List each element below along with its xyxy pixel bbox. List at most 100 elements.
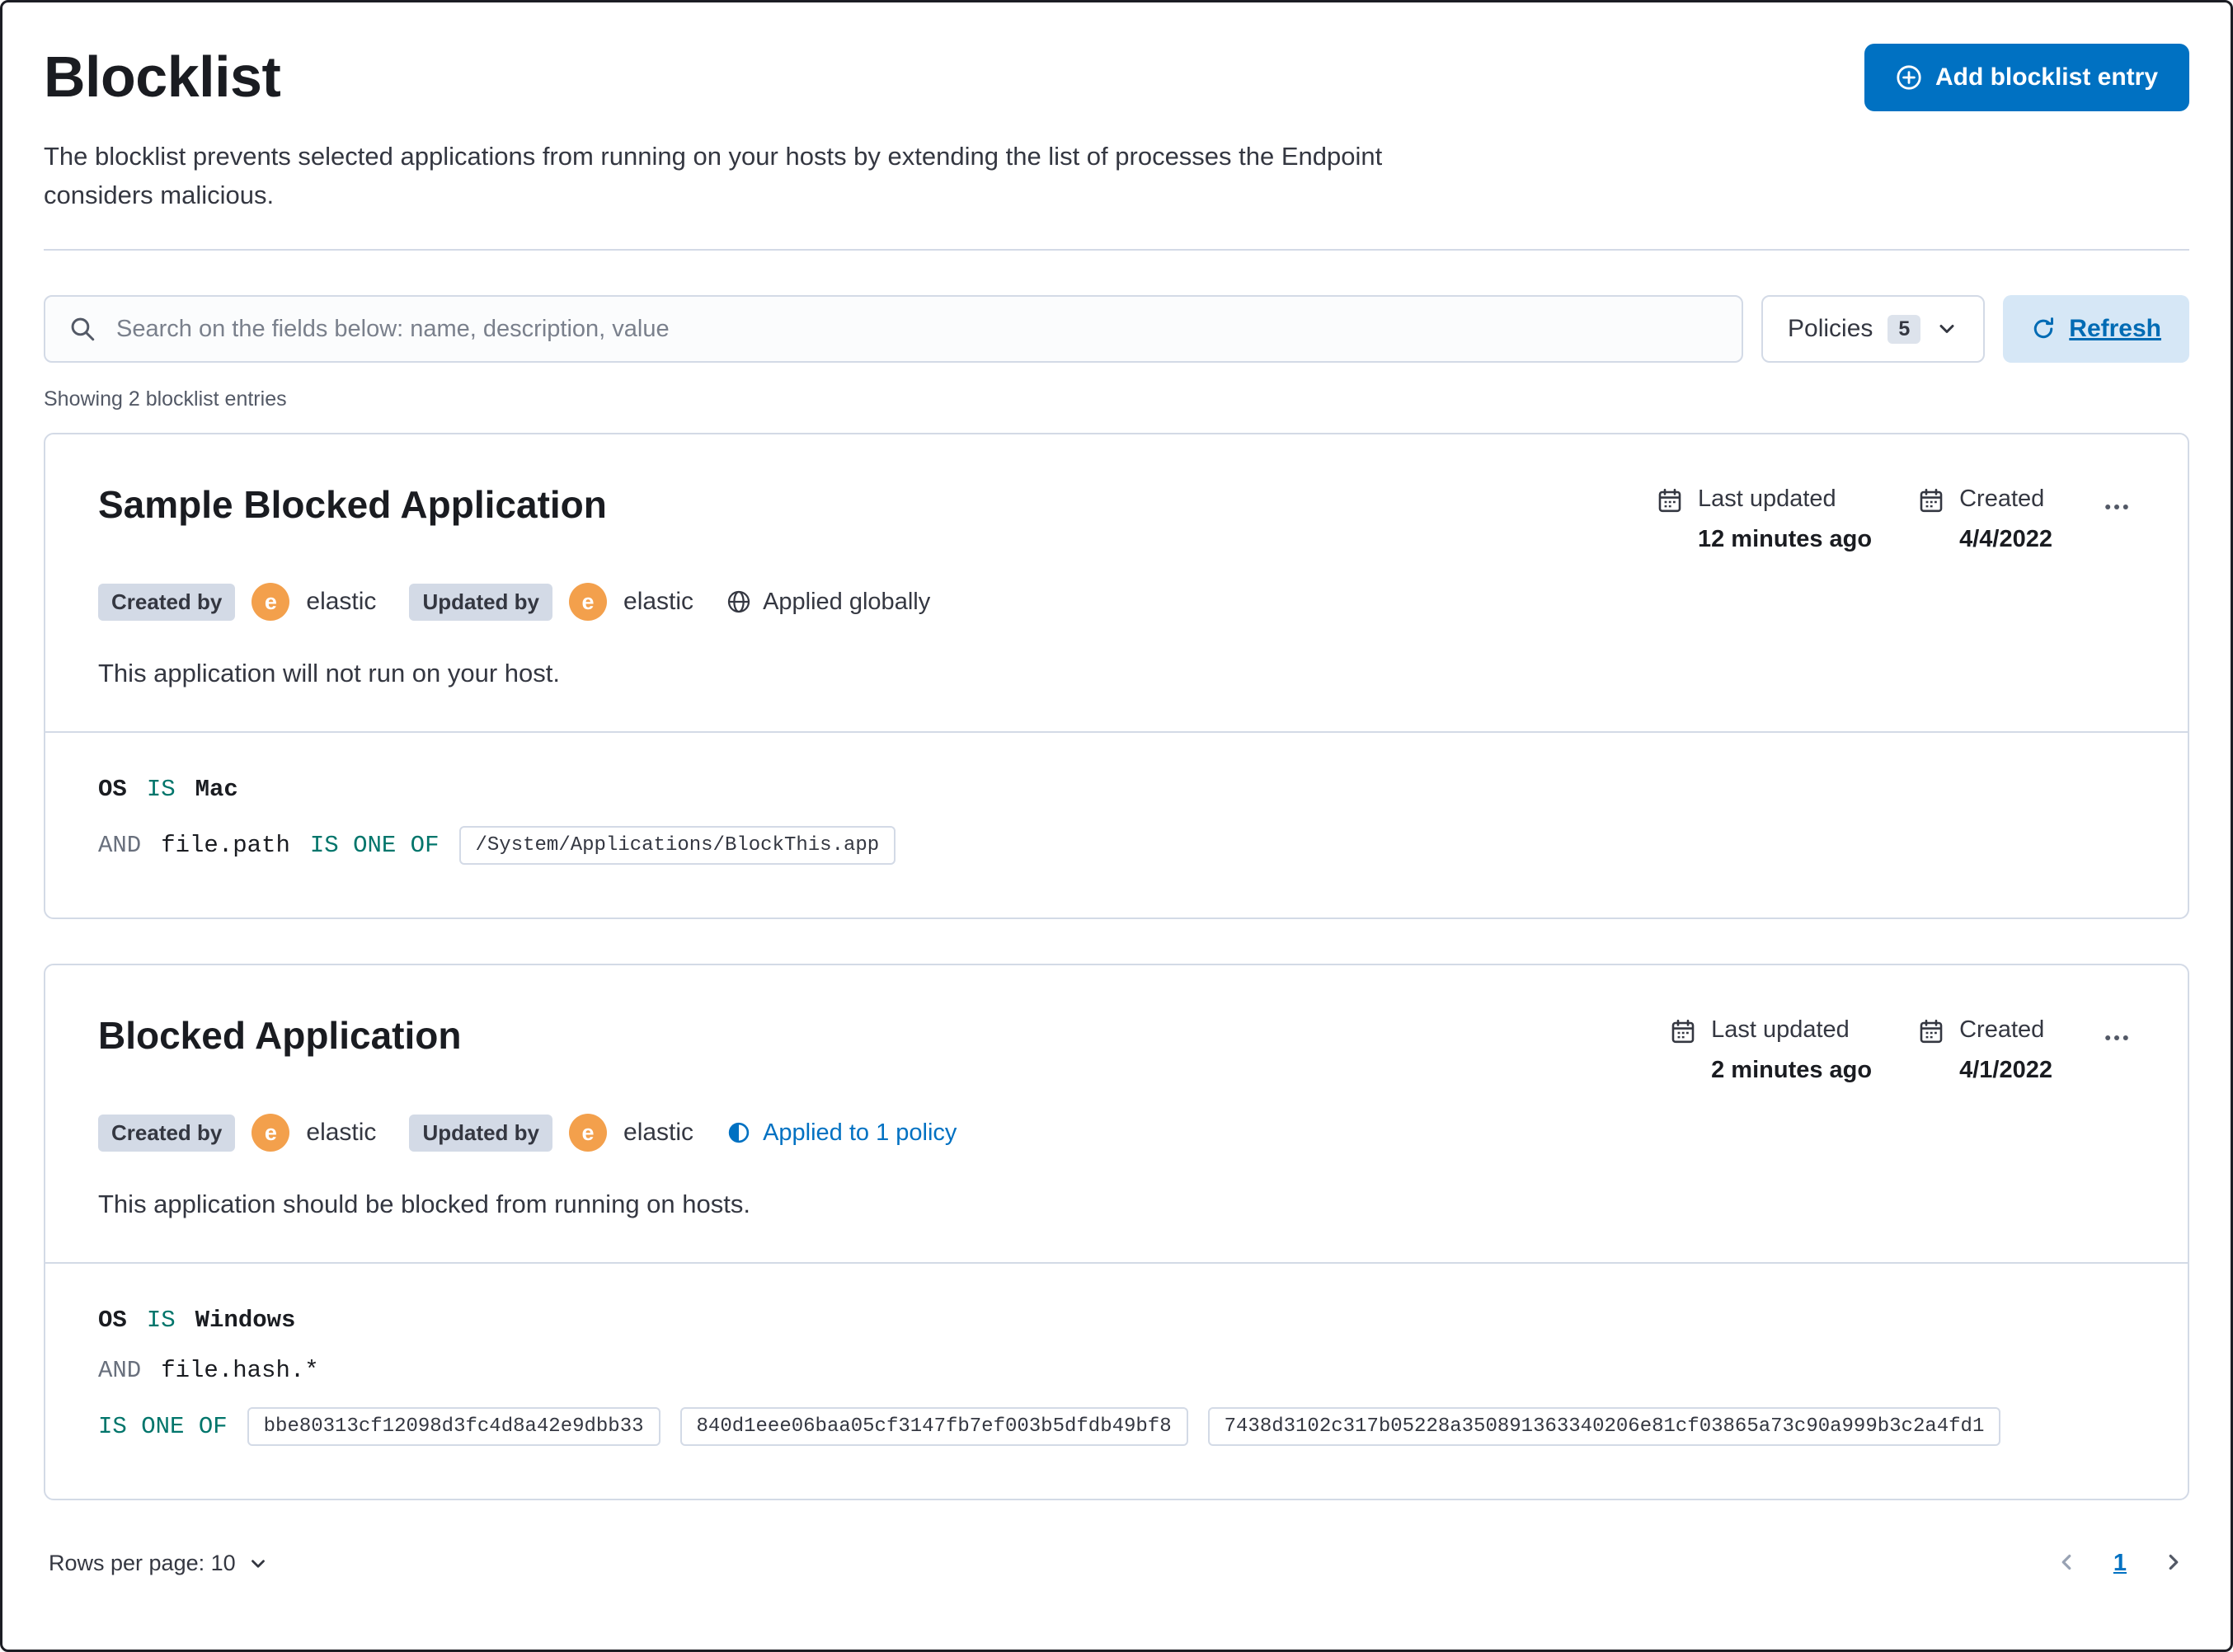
results-count: Showing 2 blocklist entries — [44, 387, 287, 411]
criteria-and: AND — [98, 832, 142, 859]
criteria-line: OS IS Mac — [98, 776, 2135, 803]
created-value: 4/4/2022 — [1959, 526, 2052, 552]
criteria-line: IS ONE OF bbe80313cf12098d3fc4d8a42e9dbb… — [98, 1407, 2135, 1446]
applied-policies-link[interactable]: Applied to 1 policy — [726, 1119, 957, 1147]
criteria-value-pill: /System/Applications/BlockThis.app — [458, 826, 896, 865]
last-updated-col: Last updated 2 minutes ago — [1711, 1016, 1872, 1084]
pagination: 1 — [2051, 1546, 2189, 1580]
criteria-value-pill: bbe80313cf12098d3fc4d8a42e9dbb33 — [247, 1407, 660, 1446]
entry-criteria: OS IS Windows AND file.hash.* IS ONE OF … — [45, 1262, 2188, 1499]
refresh-button[interactable]: Refresh — [2003, 295, 2189, 363]
entry-actions-menu-button[interactable] — [2099, 489, 2135, 528]
criteria-value-pill: 840d1eee06baa05cf3147fb7ef003b5dfdb49bf8 — [679, 1407, 1188, 1446]
calendar-icon — [1658, 488, 1681, 513]
last-updated-value: 2 minutes ago — [1711, 1057, 1873, 1083]
entry-badges-row: Created by e elastic Updated by e elasti… — [98, 1114, 2135, 1152]
calendar-icon — [1920, 1019, 1943, 1044]
criteria-field: OS — [98, 776, 127, 803]
avatar: e — [252, 583, 290, 621]
criteria-value: Mac — [195, 776, 238, 803]
updated-by-user: elastic — [623, 588, 694, 615]
search-icon — [71, 317, 95, 341]
criteria-value-pill: 7438d3102c317b05228a350891363340206e81cf… — [1207, 1407, 2001, 1446]
created-meta: Created 4/4/2022 — [1918, 486, 2052, 553]
avatar: e — [252, 1114, 290, 1152]
criteria-field: OS — [98, 1307, 127, 1334]
search-input[interactable] — [115, 314, 1718, 344]
criteria-operator: IS ONE OF — [98, 1413, 228, 1440]
page-1-button[interactable]: 1 — [2113, 1550, 2127, 1577]
criteria-value: Windows — [195, 1307, 296, 1334]
add-blocklist-entry-button[interactable]: Add blocklist entry — [1864, 44, 2189, 111]
scope-label: Applied to 1 policy — [763, 1119, 957, 1146]
avatar: e — [569, 583, 608, 621]
plus-in-circle-icon — [1897, 65, 1921, 90]
criteria-operator: IS — [146, 776, 176, 803]
calendar-icon — [1920, 488, 1943, 513]
last-updated-col: Last updated 12 minutes ago — [1698, 486, 1872, 553]
created-meta: Created 4/1/2022 — [1918, 1016, 2052, 1084]
rows-per-page-selector[interactable]: Rows per page: 10 — [44, 1550, 274, 1577]
entry-badges-row: Created by e elastic Updated by e elasti… — [98, 583, 2135, 621]
rows-per-page-label: Rows per page: 10 — [49, 1551, 236, 1575]
page-description: The blocklist prevents selected applicat… — [44, 142, 1383, 209]
entry-card-main: Sample Blocked Application Last updated … — [45, 434, 2188, 731]
chevron-right-icon — [2169, 1554, 2179, 1570]
entry-card-head: Blocked Application Last updated 2 minut… — [98, 1013, 2135, 1084]
criteria-field: file.hash.* — [161, 1357, 319, 1384]
criteria-line: OS IS Windows — [98, 1307, 2135, 1334]
updated-by-user: elastic — [623, 1119, 694, 1146]
add-blocklist-entry-label: Add blocklist entry — [1934, 63, 2158, 91]
updated-by-badge: Updated by — [409, 1114, 553, 1152]
created-col: Created 4/1/2022 — [1959, 1016, 2052, 1084]
last-updated-label: Last updated — [1697, 486, 1836, 512]
criteria-operator: IS — [146, 1307, 176, 1334]
calendar-icon — [1671, 1019, 1695, 1044]
policies-count-badge: 5 — [1887, 314, 1921, 344]
entry-description: This application will not run on your ho… — [98, 659, 561, 688]
created-label: Created — [1959, 1016, 2045, 1043]
dots-menu-icon — [2105, 505, 2128, 509]
search-box[interactable] — [44, 295, 1743, 363]
header-divider — [44, 249, 2189, 251]
blocklist-entry-card: Sample Blocked Application Last updated … — [44, 433, 2189, 919]
scope-label: Applied globally — [763, 588, 931, 615]
chevron-left-icon — [2061, 1554, 2071, 1570]
criteria-field: file.path — [161, 832, 290, 859]
last-updated-meta: Last updated 12 minutes ago — [1657, 486, 1872, 553]
dots-menu-icon — [2105, 1035, 2128, 1040]
entry-actions-menu-button[interactable] — [2099, 1020, 2135, 1058]
last-updated-value: 12 minutes ago — [1697, 526, 1873, 552]
prev-page-button[interactable] — [2051, 1546, 2082, 1580]
entry-card-head: Sample Blocked Application Last updated … — [98, 482, 2135, 553]
entry-description: This application should be blocked from … — [98, 1190, 750, 1218]
created-value: 4/1/2022 — [1959, 1057, 2052, 1083]
refresh-label: Refresh — [2069, 315, 2161, 342]
toolbar: Policies 5 Refresh — [44, 295, 2189, 363]
entry-meta: Last updated 12 minutes ago Created 4/4/… — [1657, 482, 2135, 553]
avatar: e — [569, 1114, 608, 1152]
last-updated-label: Last updated — [1711, 1016, 1850, 1043]
chevron-down-icon — [1939, 325, 1954, 333]
entry-card-main: Blocked Application Last updated 2 minut… — [45, 965, 2188, 1262]
page-title: Blocklist — [44, 45, 281, 109]
created-by-badge: Created by — [98, 583, 236, 621]
entry-title: Blocked Application — [98, 1014, 462, 1057]
next-page-button[interactable] — [2158, 1546, 2189, 1580]
criteria-and: AND — [98, 1357, 142, 1384]
created-by-user: elastic — [306, 1119, 377, 1146]
entry-criteria: OS IS Mac AND file.path IS ONE OF /Syste… — [45, 731, 2188, 918]
entry-meta: Last updated 2 minutes ago Created 4/1/2… — [1670, 1013, 2135, 1084]
last-updated-meta: Last updated 2 minutes ago — [1670, 1016, 1872, 1084]
table-footer: Rows per page: 10 1 — [44, 1546, 2189, 1617]
chevron-down-icon — [251, 1559, 265, 1568]
applied-globally-scope: Applied globally — [726, 589, 930, 616]
blocklist-page: Blocklist Add blocklist entry The blockl… — [2, 2, 2231, 1617]
refresh-icon — [2034, 317, 2054, 339]
created-by-user: elastic — [306, 588, 377, 615]
criteria-operator: IS ONE OF — [309, 832, 440, 859]
globe-icon — [727, 590, 750, 613]
policy-partial-icon — [728, 1122, 750, 1143]
policies-dropdown[interactable]: Policies 5 — [1761, 295, 1986, 363]
criteria-line: AND file.hash.* — [98, 1357, 2135, 1384]
